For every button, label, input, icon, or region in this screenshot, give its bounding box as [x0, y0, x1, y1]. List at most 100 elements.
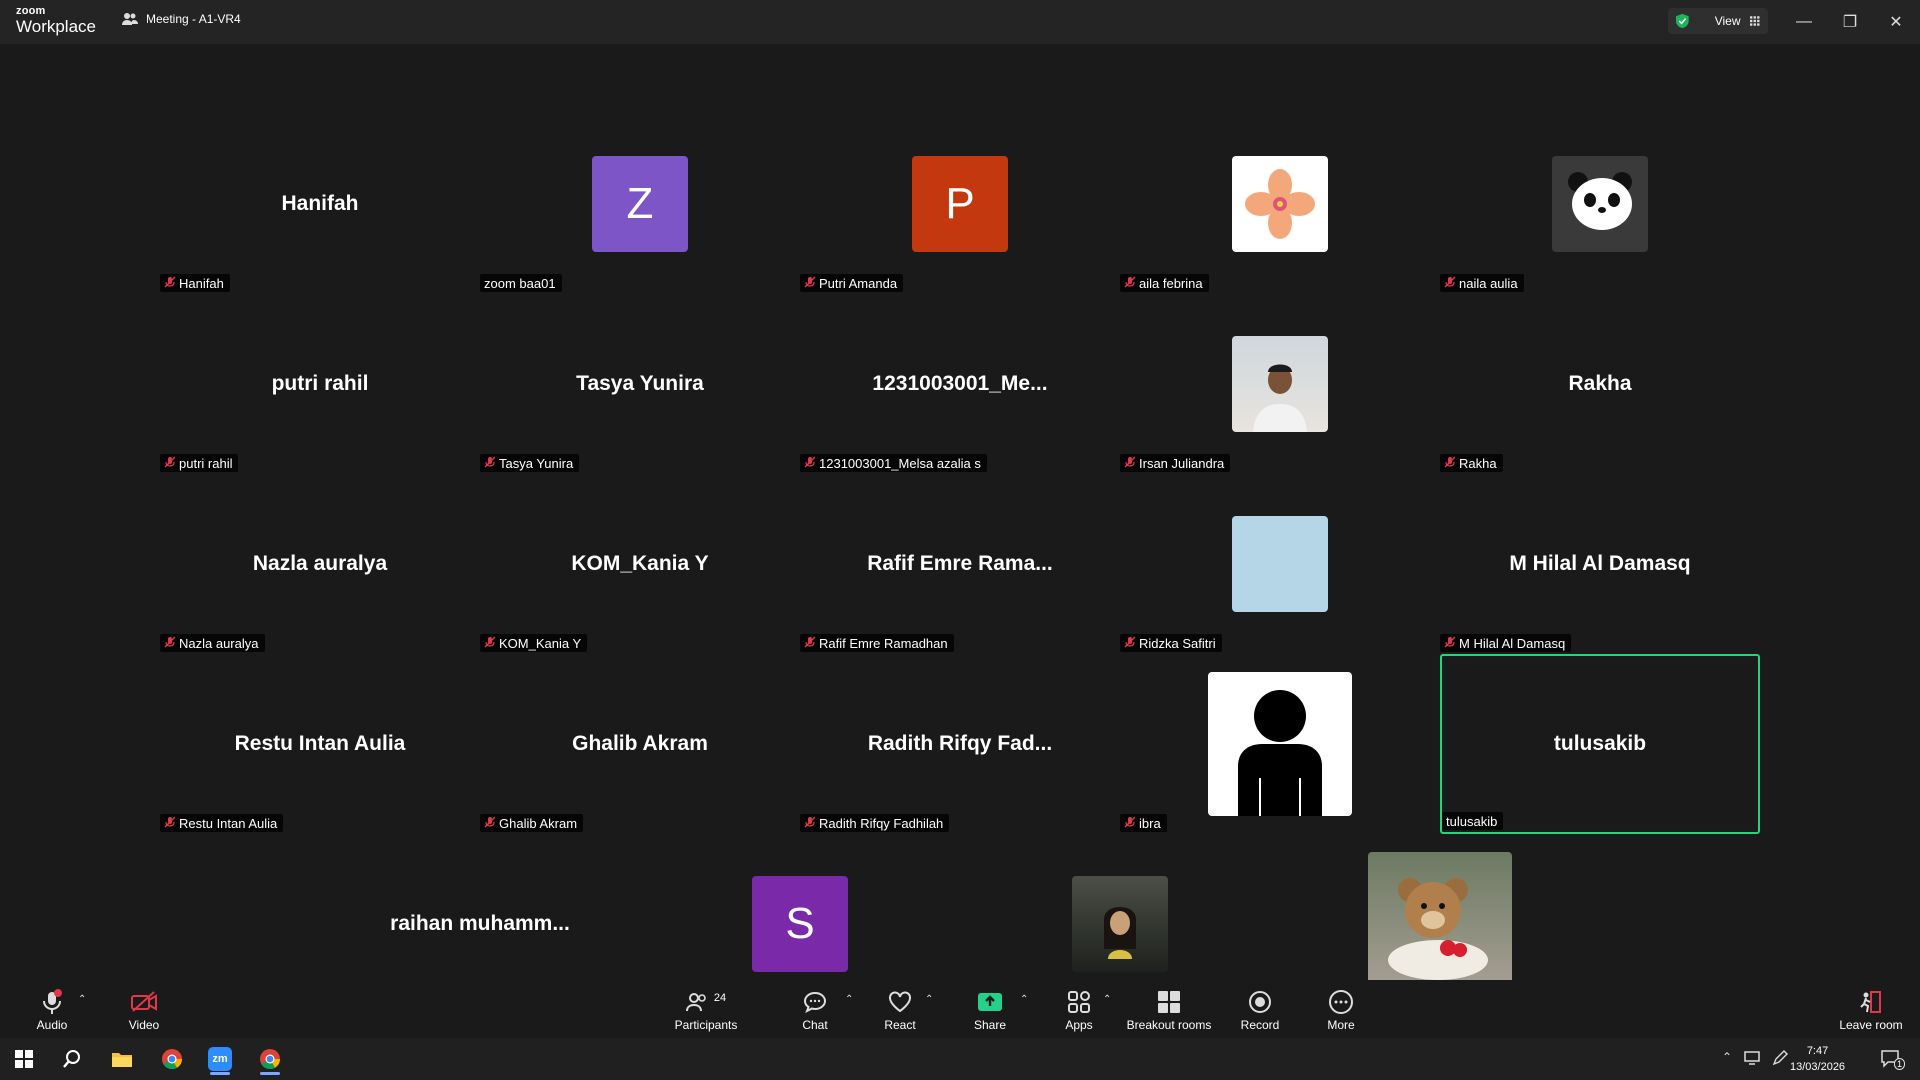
participant-tile[interactable]: Ghalib Akram Ghalib Akram [480, 654, 800, 834]
share-options-caret[interactable]: ⌃ [1020, 994, 1028, 1005]
participant-tile[interactable]: Radith Rifqy Fad... Radith Rifqy Fadhilah [800, 654, 1120, 834]
leave-room-button[interactable]: Leave room [1838, 980, 1904, 1038]
participant-display-name: putri rahil [271, 372, 369, 395]
chat-label: Chat [802, 1018, 828, 1032]
react-button[interactable]: React [880, 980, 920, 1038]
pen-icon[interactable] [1772, 1050, 1788, 1071]
tray-chevron-icon[interactable]: ⌃ [1722, 1050, 1732, 1064]
audio-options-caret[interactable]: ⌃ [78, 994, 86, 1005]
participant-name: putri rahil [179, 455, 233, 471]
microphone-icon [43, 989, 62, 1014]
view-label: View [1714, 14, 1741, 28]
participant-name: Radith Rifqy Fadhilah [819, 815, 944, 831]
profile-picture [1232, 336, 1328, 432]
participant-tile[interactable]: Zzoom baa01 [480, 114, 800, 294]
participant-tile[interactable]: putri rahil putri rahil [160, 294, 480, 474]
leave-door-icon [1860, 991, 1881, 1013]
profile-picture [1232, 516, 1328, 612]
mic-muted-icon [804, 816, 816, 831]
network-icon[interactable] [1744, 1050, 1762, 1071]
avatar-initial: P [945, 179, 975, 228]
participant-name-tag: Restu Intan Aulia [160, 814, 284, 832]
apps-options-caret[interactable]: ⌃ [1103, 994, 1111, 1005]
mic-muted-icon [1444, 276, 1456, 291]
participant-tile[interactable]: Rafif Emre Rama... Rafif Emre Ramadhan [800, 474, 1120, 654]
record-button[interactable]: Record [1238, 980, 1282, 1038]
participant-tile[interactable]: Irsan Juliandra [1120, 294, 1440, 474]
participant-tile[interactable]: M Hilal Al Damasq M Hilal Al Damasq [1440, 474, 1760, 654]
people-icon [122, 13, 138, 25]
audio-button[interactable]: Audio [30, 980, 74, 1038]
mic-muted-icon [164, 276, 176, 291]
gallery-view: Hanifah Hanifah Zzoom baa01 P Putri Amanda ai… [0, 44, 1920, 1012]
mic-muted-icon [484, 816, 496, 831]
close-icon[interactable]: ✕ [1884, 10, 1908, 34]
react-options-caret[interactable]: ⌃ [925, 994, 933, 1005]
participant-tile[interactable]: Restu Intan Aulia Restu Intan Aulia [160, 654, 480, 834]
video-button[interactable]: Video [122, 980, 166, 1038]
participant-tile[interactable]: P Putri Amanda [800, 114, 1120, 294]
share-screen-icon [978, 993, 1002, 1011]
participant-name: aila febrina [1139, 275, 1203, 291]
share-button[interactable]: Share [970, 980, 1010, 1038]
video-label: Video [128, 1018, 160, 1032]
participant-tile[interactable]: aila febrina [1120, 114, 1440, 294]
breakout-rooms-button[interactable]: Breakout rooms [1124, 980, 1214, 1038]
participant-name: naila aulia [1459, 275, 1518, 291]
participant-name-tag: naila aulia [1440, 274, 1524, 292]
participant-name: Ridzka Safitri [1139, 635, 1216, 651]
notification-icon[interactable]: 1 [1880, 1048, 1906, 1073]
apps-icon [1068, 991, 1090, 1013]
avatar-initial: S [785, 899, 815, 948]
search-icon[interactable] [52, 1043, 92, 1075]
participant-tile[interactable]: Nazla auralya Nazla auralya [160, 474, 480, 654]
restore-icon[interactable]: ❐ [1838, 10, 1862, 34]
chrome-active-icon[interactable] [250, 1043, 290, 1075]
participant-tile[interactable]: Hanifah Hanifah [160, 114, 480, 294]
participant-tile[interactable]: tulusakib tulusakib [1440, 654, 1760, 834]
participant-tile[interactable]: 1231003001_Me... 1231003001_Melsa azalia … [800, 294, 1120, 474]
participant-tile[interactable]: Tasya Yunira Tasya Yunira [480, 294, 800, 474]
breakout-label: Breakout rooms [1126, 1018, 1212, 1032]
chrome-icon[interactable] [152, 1043, 192, 1075]
chat-icon [803, 991, 827, 1013]
zoom-taskbar-icon[interactable]: zm [200, 1043, 240, 1075]
participants-button[interactable]: 24 Participants [670, 980, 742, 1038]
participant-name-tag: Radith Rifqy Fadhilah [800, 814, 950, 832]
participant-tile[interactable]: Rakha Rakha [1440, 294, 1760, 474]
participant-display-name: raihan muhamm... [390, 912, 570, 935]
participant-tile[interactable]: naila aulia [1440, 114, 1760, 294]
profile-picture [1232, 156, 1328, 252]
participants-icon [685, 993, 706, 1012]
chat-button[interactable]: Chat [798, 980, 832, 1038]
mic-muted-icon [1124, 276, 1136, 291]
more-button[interactable]: More [1322, 980, 1360, 1038]
file-explorer-icon[interactable] [102, 1043, 142, 1075]
participant-name: Rafif Emre Ramadhan [819, 635, 948, 651]
participant-name: zoom baa01 [484, 275, 556, 291]
mic-muted-icon [804, 276, 816, 291]
minimize-icon[interactable]: — [1792, 10, 1816, 34]
participant-name-tag: Ghalib Akram [480, 814, 584, 832]
participant-tile[interactable]: Ridzka Safitri [1120, 474, 1440, 654]
view-button[interactable]: View [1668, 8, 1768, 34]
participant-display-name: Rakha [1568, 372, 1632, 395]
participant-name-tag: Hanifah [160, 274, 230, 292]
chat-options-caret[interactable]: ⌃ [845, 994, 853, 1005]
apps-button[interactable]: Apps [1062, 980, 1096, 1038]
meeting-toolbar: Audio ⌃ Video 24 Participants Chat ⌃ Rea… [0, 980, 1920, 1038]
meeting-info[interactable]: Meeting - A1-VR4 [122, 12, 241, 26]
windows-taskbar: zm ⌃ 7:47 13/03/2026 1 [0, 1038, 1920, 1080]
system-clock[interactable]: 7:47 13/03/2026 [1790, 1043, 1845, 1075]
participant-tile[interactable]: ibra [1120, 654, 1440, 834]
mic-muted-icon [1124, 816, 1136, 831]
participant-tile[interactable]: KOM_Kania Y KOM_Kania Y [480, 474, 800, 654]
video-off-icon [131, 991, 157, 1012]
windows-start-icon[interactable] [4, 1043, 44, 1075]
participant-name-tag: ibra [1120, 814, 1167, 832]
participant-display-name: Rafif Emre Rama... [867, 552, 1053, 575]
brand-line1: zoom [16, 5, 46, 17]
participant-name: Rakha [1459, 455, 1497, 471]
initial-avatar: P [912, 156, 1008, 252]
clock-date: 13/03/2026 [1790, 1061, 1846, 1073]
